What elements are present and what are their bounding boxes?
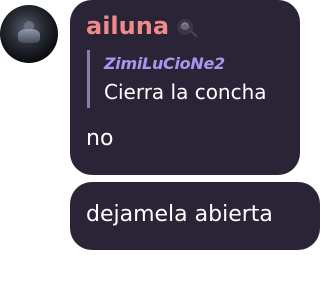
reply-quote[interactable]: ZimiLuCioNe2 Cierra la concha — [87, 50, 287, 108]
message-text: no — [86, 126, 114, 151]
followup-message-text: dejamela abierta — [86, 202, 273, 227]
message-bubble[interactable]: ailuna ZimiLuCioNe2 Cierra la concha no — [70, 0, 300, 175]
author-name[interactable]: ailuna — [86, 14, 169, 38]
avatar-body-shape — [18, 29, 40, 43]
avatar[interactable] — [0, 5, 58, 63]
rose-icon — [174, 17, 200, 39]
reply-author-name: ZimiLuCioNe2 — [104, 54, 225, 73]
reply-text: Cierra la concha — [104, 80, 267, 104]
chat-view: ailuna ZimiLuCioNe2 Cierra la concha no … — [0, 0, 320, 305]
followup-message-bubble[interactable]: dejamela abierta — [70, 182, 320, 250]
